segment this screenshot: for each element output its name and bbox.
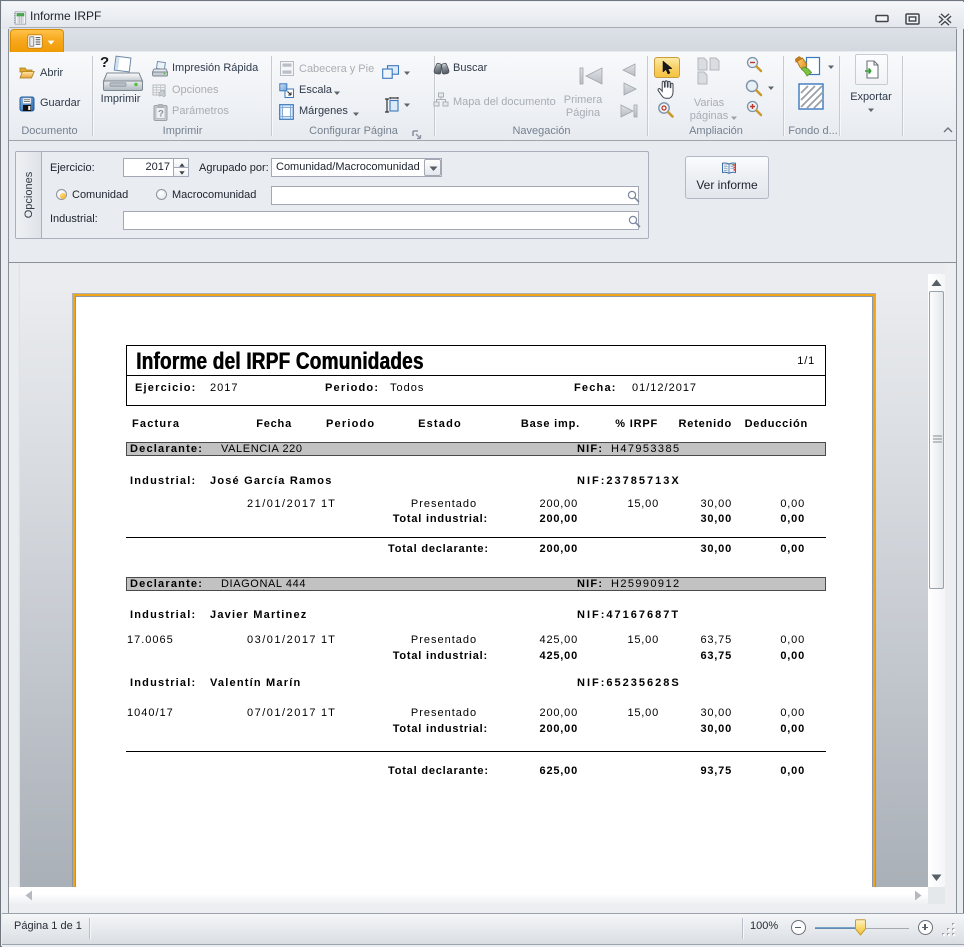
svg-text:?: ? [158,109,164,120]
svg-text:?: ? [100,54,109,71]
